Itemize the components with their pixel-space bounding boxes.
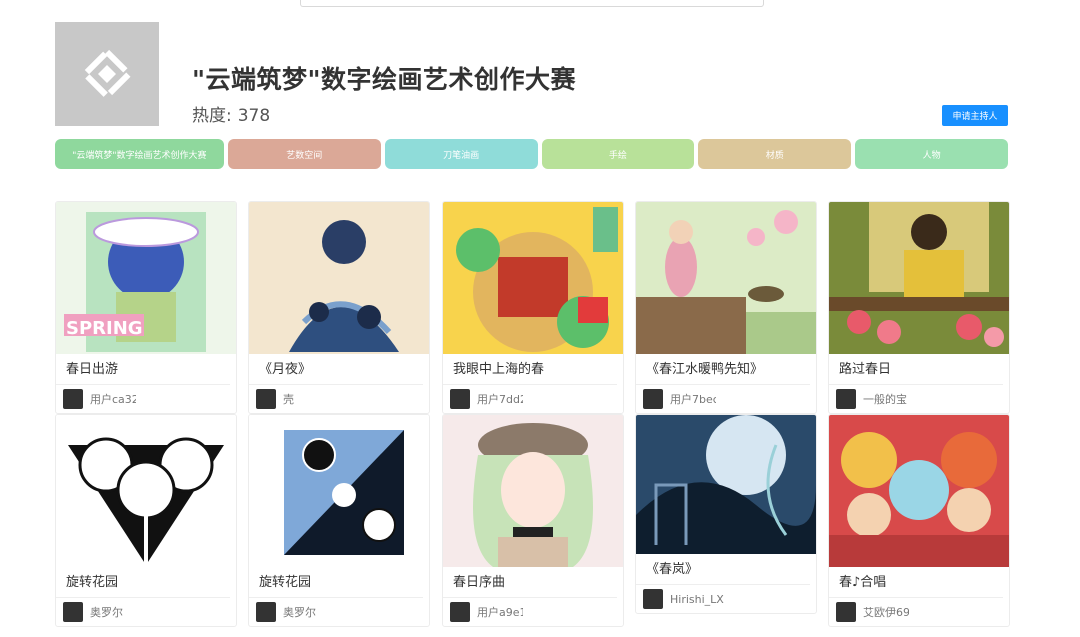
- avatar: [450, 389, 470, 409]
- avatar: [836, 602, 856, 622]
- artwork-thumbnail[interactable]: [443, 415, 623, 567]
- category-tab-2[interactable]: 艺数空间: [227, 139, 381, 169]
- artwork-title[interactable]: 春♪合唱: [829, 567, 1003, 598]
- avatar: [256, 602, 276, 622]
- category-tab-5[interactable]: 材质: [698, 139, 852, 169]
- artwork-title[interactable]: 旋转花园: [56, 567, 230, 598]
- diamond-logo-icon: [82, 49, 132, 99]
- avatar: [63, 602, 83, 622]
- artwork-card[interactable]: 旋转花园奥罗尔: [248, 414, 430, 627]
- artwork-author[interactable]: 壳: [249, 385, 429, 413]
- author-name: 奥罗尔: [90, 606, 123, 619]
- artwork-card[interactable]: 《春岚》 Hirishi_LX: [635, 414, 817, 614]
- artwork-title[interactable]: 《春江水暖鸭先知》: [636, 354, 810, 385]
- artwork-card[interactable]: 春♪合唱艾欧伊69: [828, 414, 1010, 627]
- avatar: [836, 389, 856, 409]
- artwork-author[interactable]: 用户7dd2: [443, 385, 623, 413]
- artwork-card[interactable]: 路过春日一般的宝: [828, 201, 1010, 414]
- heat-indicator: 热度: 378: [192, 101, 270, 126]
- artwork-author[interactable]: 一般的宝: [829, 385, 1009, 413]
- artwork-title[interactable]: 《月夜》: [249, 354, 423, 385]
- heat-value: 378: [237, 106, 271, 126]
- avatar: [643, 389, 663, 409]
- artwork-author[interactable]: 艾欧伊69: [829, 598, 1009, 626]
- competition-logo: [55, 22, 159, 126]
- category-tabs: "云端筑梦"数字绘画艺术创作大赛 艺数空间 刀笔油画 手绘 材质 人物: [55, 139, 1009, 169]
- avatar: [63, 389, 83, 409]
- artwork-author[interactable]: Hirishi_LX: [636, 585, 816, 613]
- category-tab-4[interactable]: 手绘: [541, 139, 695, 169]
- artwork-title[interactable]: 《春岚》: [636, 554, 810, 585]
- avatar: [450, 602, 470, 622]
- author-name: 一般的宝: [863, 393, 907, 406]
- author-name: 用户7dd2: [477, 393, 523, 406]
- artwork-thumbnail[interactable]: [56, 415, 236, 567]
- category-tab-6[interactable]: 人物: [855, 139, 1009, 169]
- artwork-title[interactable]: 路过春日: [829, 354, 1003, 385]
- author-name: 壳: [283, 393, 294, 406]
- artwork-thumbnail[interactable]: [443, 202, 623, 354]
- artwork-thumbnail[interactable]: [636, 202, 816, 354]
- artwork-title[interactable]: 我眼中上海的春: [443, 354, 617, 385]
- artwork-thumbnail[interactable]: [249, 415, 429, 567]
- category-tab-3[interactable]: 刀笔油画: [384, 139, 538, 169]
- svg-text:SPRING: SPRING: [66, 318, 143, 339]
- artwork-card[interactable]: 《月夜》壳: [248, 201, 430, 414]
- artwork-thumbnail[interactable]: SPRING: [56, 202, 236, 354]
- artwork-card[interactable]: 我眼中上海的春用户7dd2: [442, 201, 624, 414]
- artwork-thumbnail[interactable]: [829, 415, 1009, 567]
- page-title: "云端筑梦"数字绘画艺术创作大赛: [192, 65, 577, 94]
- artwork-thumbnail[interactable]: [829, 202, 1009, 354]
- artwork-card[interactable]: SPRING 春日出游用户ca32: [55, 201, 237, 414]
- artwork-author[interactable]: 用户7bec: [636, 385, 816, 413]
- author-name: 奥罗尔: [283, 606, 316, 619]
- search-bar-edge[interactable]: [300, 0, 764, 7]
- artwork-card[interactable]: 春日序曲用户a9e1: [442, 414, 624, 627]
- artwork-thumbnail[interactable]: [636, 415, 816, 554]
- artwork-card[interactable]: 《春江水暖鸭先知》用户7bec: [635, 201, 817, 414]
- category-tab-1[interactable]: "云端筑梦"数字绘画艺术创作大赛: [55, 139, 224, 169]
- author-name: 用户a9e1: [477, 606, 523, 619]
- author-name: Hirishi_LX: [670, 592, 724, 606]
- artwork-card[interactable]: 旋转花园奥罗尔: [55, 414, 237, 627]
- artwork-author[interactable]: 用户a9e1: [443, 598, 623, 626]
- artwork-author[interactable]: 奥罗尔: [249, 598, 429, 626]
- author-name: 用户ca32: [90, 393, 136, 406]
- artwork-title[interactable]: 春日出游: [56, 354, 230, 385]
- artwork-title[interactable]: 旋转花园: [249, 567, 423, 598]
- artwork-author[interactable]: 奥罗尔: [56, 598, 236, 626]
- author-name: 艾欧伊69: [863, 606, 909, 619]
- artwork-title[interactable]: 春日序曲: [443, 567, 617, 598]
- avatar: [256, 389, 276, 409]
- heat-label: 热度:: [192, 106, 232, 126]
- author-name: 用户7bec: [670, 393, 716, 406]
- artwork-author[interactable]: 用户ca32: [56, 385, 236, 413]
- artwork-thumbnail[interactable]: [249, 202, 429, 354]
- avatar: [643, 589, 663, 609]
- apply-host-button[interactable]: 申请主持人: [942, 105, 1008, 126]
